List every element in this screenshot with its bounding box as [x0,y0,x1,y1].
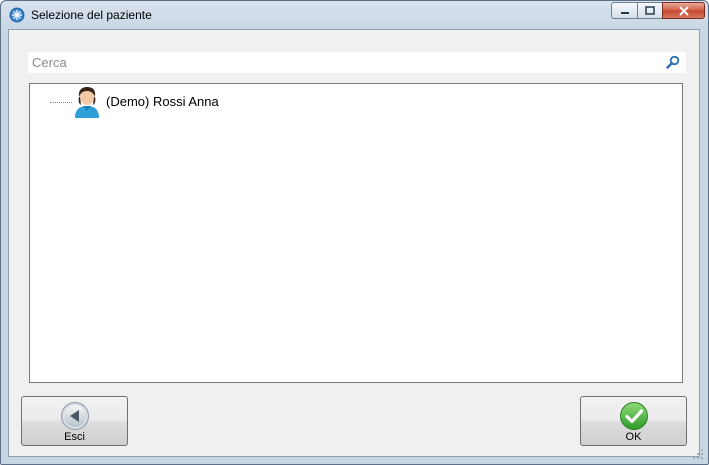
tree-item-patient[interactable]: (Demo) Rossi Anna [30,84,330,120]
resize-grip-icon[interactable] [692,448,704,460]
search-icon[interactable] [666,55,680,69]
patient-tree[interactable]: (Demo) Rossi Anna [29,83,683,383]
app-icon [9,7,25,23]
tree-item-label: (Demo) Rossi Anna [106,94,219,109]
person-icon [75,87,99,118]
ok-button-label: OK [625,431,642,443]
close-button[interactable] [662,2,705,19]
maximize-icon [645,6,655,15]
ok-button[interactable]: OK [580,396,687,446]
window-title: Selezione del paziente [31,8,152,22]
close-icon [678,5,689,16]
search-input[interactable] [32,52,652,73]
back-arrow-icon [61,402,89,430]
esci-button[interactable]: Esci [21,396,128,446]
tree-connector [50,102,72,103]
esci-button-label: Esci [64,431,85,443]
minimize-button[interactable] [611,2,637,19]
search-box[interactable] [28,52,686,73]
title-bar[interactable]: Selezione del paziente [1,1,708,29]
maximize-button[interactable] [637,2,662,19]
minimize-icon [620,11,629,14]
check-icon [620,402,648,430]
